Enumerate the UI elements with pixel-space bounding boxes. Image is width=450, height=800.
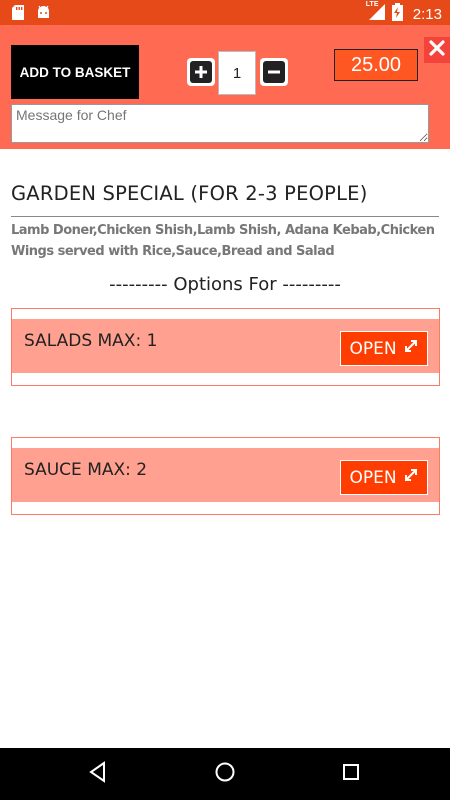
item-description: Lamb Doner,Chicken Shish,Lamb Shish, Ada… — [11, 223, 435, 259]
home-button[interactable] — [213, 762, 237, 786]
option-group-label: SALADS MAX: 1 — [24, 331, 158, 351]
item-header: ADD TO BASKET 1 25.00 — [0, 25, 450, 149]
item-title: GARDEN SPECIAL (FOR 2-3 PEOPLE) — [11, 182, 368, 205]
android-icon — [36, 5, 51, 24]
option-group-label: SAUCE MAX: 2 — [24, 460, 148, 480]
battery-charging-icon — [391, 3, 403, 25]
minus-icon — [263, 61, 285, 83]
option-band: SALADS MAX: 1 OPEN — [12, 319, 439, 373]
price-display: 25.00 — [334, 49, 418, 81]
plus-icon — [190, 61, 212, 83]
signal-icon: LTE — [365, 1, 386, 25]
back-icon — [87, 761, 109, 787]
open-button-label: OPEN — [349, 467, 397, 488]
quantity-increase-button[interactable] — [187, 58, 215, 86]
option-group-salads: SALADS MAX: 1 OPEN — [11, 308, 440, 386]
open-button-label: OPEN — [349, 338, 397, 359]
expand-icon — [403, 467, 419, 488]
recents-icon — [341, 762, 361, 786]
quantity-value: 1 — [218, 51, 256, 95]
home-icon — [214, 761, 236, 787]
close-button[interactable] — [424, 37, 450, 63]
sd-card-icon — [12, 5, 24, 24]
network-type: LTE — [365, 1, 379, 8]
title-divider — [11, 216, 439, 217]
option-group-sauce: SAUCE MAX: 2 OPEN — [11, 437, 440, 515]
status-bar: LTE 2:13 — [0, 0, 450, 25]
close-icon — [429, 40, 445, 60]
back-button[interactable] — [86, 761, 110, 787]
options-heading: --------- Options For --------- — [109, 274, 341, 295]
clock: 2:13 — [412, 5, 442, 23]
message-for-chef-input[interactable] — [11, 104, 429, 143]
recents-button[interactable] — [339, 762, 363, 786]
system-navigation-bar — [0, 748, 450, 800]
expand-icon — [403, 338, 419, 359]
option-band: SAUCE MAX: 2 OPEN — [12, 448, 439, 502]
add-to-basket-button[interactable]: ADD TO BASKET — [11, 45, 139, 99]
open-salads-button[interactable]: OPEN — [340, 331, 428, 366]
quantity-decrease-button[interactable] — [260, 58, 288, 86]
open-sauce-button[interactable]: OPEN — [340, 460, 428, 495]
